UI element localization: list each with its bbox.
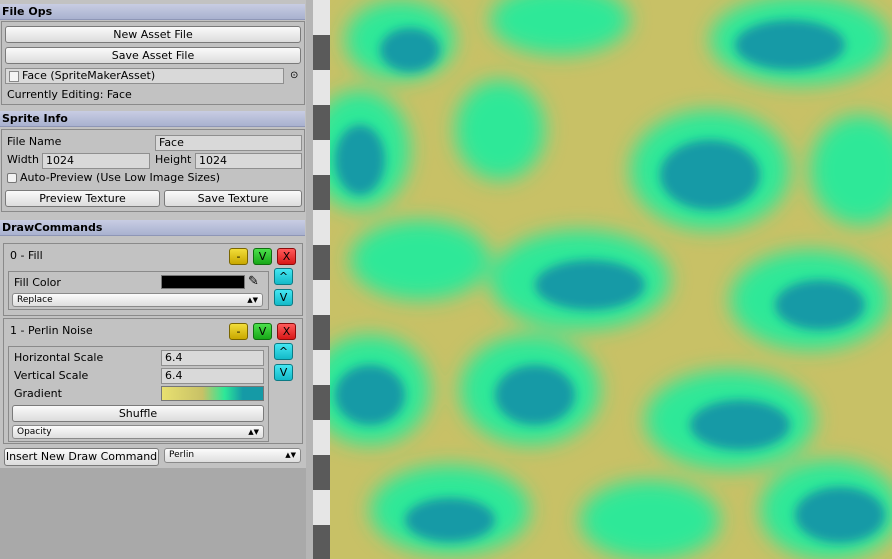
fill-blend-mode-value: Replace (17, 295, 53, 305)
collapse-command-button[interactable]: - (229, 248, 248, 265)
width-label: Width (7, 153, 39, 166)
asset-file-icon (9, 71, 19, 82)
shuffle-button[interactable]: Shuffle (12, 405, 264, 422)
collapse-command-button[interactable]: - (229, 323, 248, 340)
horizontal-scale-field[interactable]: 6.4 (161, 350, 264, 366)
height-field[interactable]: 1024 (195, 153, 302, 169)
file-name-label: File Name (7, 135, 62, 148)
gradient-field[interactable] (161, 386, 264, 401)
asset-object-field-value: Face (SpriteMakerAsset) (22, 69, 156, 82)
auto-preview-label: Auto-Preview (Use Low Image Sizes) (20, 171, 221, 184)
currently-editing-label: Currently Editing: Face (7, 88, 132, 101)
perlin-settings-box: Horizontal Scale 6.4 Vertical Scale 6.4 … (8, 346, 269, 442)
sprite-info-header[interactable]: Sprite Info (0, 111, 305, 127)
save-asset-file-button[interactable]: Save Asset File (5, 47, 301, 64)
move-up-button[interactable]: ^ (274, 343, 293, 360)
move-down-button[interactable]: V (274, 364, 293, 381)
move-up-button[interactable]: ^ (274, 268, 293, 285)
dropdown-arrows-icon: ▲▼ (247, 296, 258, 304)
insert-type-value: Perlin (169, 450, 195, 460)
move-down-button[interactable]: V (274, 289, 293, 306)
file-ops-header[interactable]: File Ops (0, 4, 305, 20)
insert-draw-command-button[interactable]: Insert New Draw Command (4, 448, 159, 466)
asset-object-field[interactable]: Face (SpriteMakerAsset) (5, 68, 284, 84)
delete-command-button[interactable]: X (277, 323, 296, 340)
command-title: 1 - Perlin Noise (10, 324, 93, 337)
horizontal-scale-label: Horizontal Scale (14, 351, 104, 364)
fill-settings-box: Fill Color ✎ Replace ▲▼ (8, 271, 269, 310)
toggle-command-button[interactable]: V (253, 248, 272, 265)
file-name-field[interactable]: Face (155, 135, 302, 151)
perlin-blend-mode-value: Opacity (17, 427, 52, 437)
fill-color-swatch[interactable] (161, 275, 245, 289)
sprite-info-box: File Name Face Width 1024 Height 1024 Au… (1, 129, 305, 212)
save-texture-button[interactable]: Save Texture (164, 190, 302, 207)
perlin-noise-preview (330, 0, 892, 559)
texture-preview (330, 0, 892, 559)
fill-color-label: Fill Color (14, 276, 61, 289)
vertical-scale-field[interactable]: 6.4 (161, 368, 264, 384)
transparency-checker-strip (313, 0, 330, 559)
toggle-command-button[interactable]: V (253, 323, 272, 340)
gradient-label: Gradient (14, 387, 62, 400)
draw-command-card: 1 - Perlin Noise - V X ^ V Horizontal Sc… (3, 318, 303, 444)
height-label: Height (155, 153, 192, 166)
width-field[interactable]: 1024 (42, 153, 150, 169)
command-title: 0 - Fill (10, 249, 43, 262)
file-ops-box: New Asset File Save Asset File Face (Spr… (1, 21, 305, 105)
object-picker-icon[interactable]: ⊙ (290, 69, 298, 83)
auto-preview-checkbox[interactable] (7, 173, 17, 183)
fill-blend-mode-dropdown[interactable]: Replace ▲▼ (12, 293, 263, 307)
dropdown-arrows-icon: ▲▼ (248, 428, 259, 436)
perlin-blend-mode-dropdown[interactable]: Opacity ▲▼ (12, 425, 264, 439)
inspector-empty-area (0, 468, 306, 559)
splitter[interactable] (306, 0, 313, 559)
vertical-scale-label: Vertical Scale (14, 369, 89, 382)
eyedropper-icon[interactable]: ✎ (248, 275, 259, 289)
draw-commands-header[interactable]: DrawCommands (0, 220, 305, 236)
new-asset-file-button[interactable]: New Asset File (5, 26, 301, 43)
insert-type-dropdown[interactable]: Perlin ▲▼ (164, 448, 301, 463)
delete-command-button[interactable]: X (277, 248, 296, 265)
preview-texture-button[interactable]: Preview Texture (5, 190, 160, 207)
dropdown-arrows-icon: ▲▼ (285, 451, 296, 459)
draw-command-card: 0 - Fill - V X ^ V Fill Color ✎ Replace … (3, 243, 303, 316)
